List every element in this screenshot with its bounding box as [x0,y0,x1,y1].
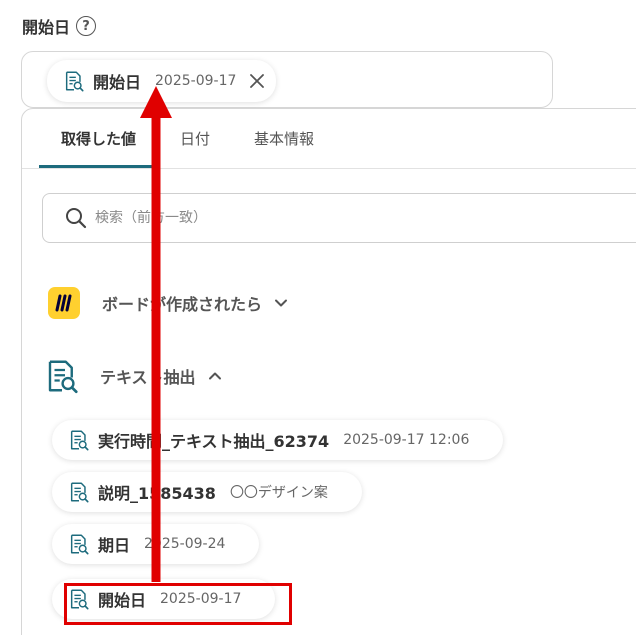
chevron-up-icon[interactable] [208,369,222,383]
item-name: 実行時間_テキスト抽出_62374 [98,432,330,451]
section-board-created[interactable]: ボードが作成されたら [48,287,288,319]
document-search-icon [44,356,80,396]
document-search-icon [68,533,90,555]
field-label: 開始日 ? [22,14,97,38]
item-value: 2025-09-24 [144,536,226,552]
item-name: 期日 [98,536,131,555]
list-item[interactable]: 開始日 2025-09-17 [52,579,276,619]
search-input[interactable] [95,210,575,226]
section-label: テキスト抽出 [100,368,196,387]
close-icon[interactable] [248,72,266,90]
list-item[interactable]: 期日 2025-09-24 [52,524,260,564]
document-search-icon [68,588,90,610]
miro-logo-icon [48,287,80,319]
tab-basic-info[interactable]: 基本情報 [232,109,336,168]
chip-name: 開始日 [93,73,142,92]
document-search-icon [63,70,85,92]
tab-divider [22,168,636,169]
list-item[interactable]: 実行時間_テキスト抽出_62374 2025-09-17 12:06 [52,420,504,460]
item-name: 説明_1585438 [98,484,216,503]
tab-acquired-values[interactable]: 取得した値 [39,109,159,168]
section-text-extraction[interactable]: テキスト抽出 [44,356,222,396]
chevron-down-icon[interactable] [274,296,288,310]
item-value: 2025-09-17 12:06 [343,432,470,448]
search-box[interactable] [42,193,636,243]
item-value: 2025-09-17 [160,591,242,607]
field-label-text: 開始日 [22,18,71,37]
tab-date[interactable]: 日付 [158,109,232,168]
document-search-icon [68,481,90,503]
search-icon [66,208,87,229]
selected-value-chip[interactable]: 開始日 2025-09-17 [47,60,277,102]
item-value: 〇〇デザイン案 [229,485,328,501]
item-name: 開始日 [98,591,147,610]
section-label: ボードが作成されたら [102,295,263,314]
list-item[interactable]: 説明_1585438 〇〇デザイン案 [52,472,362,512]
help-icon[interactable]: ? [76,16,97,36]
chip-value: 2025-09-17 [155,73,237,89]
document-search-icon [68,429,90,451]
tab-bar: 取得した値 日付 基本情報 [39,109,336,168]
